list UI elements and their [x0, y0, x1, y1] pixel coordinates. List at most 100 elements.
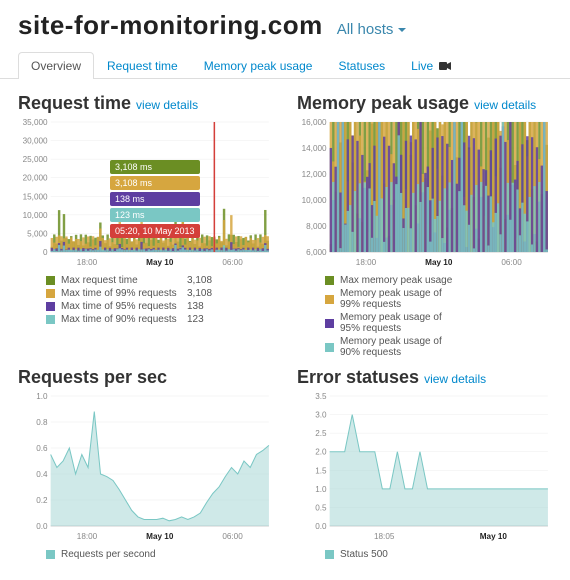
svg-text:0.6: 0.6 [36, 444, 48, 453]
legend-item: Memory peak usage of 90% requests [297, 335, 552, 359]
legend-memory-peak: Max memory peak usage Memory peak usage … [297, 274, 552, 359]
svg-text:1.5: 1.5 [315, 466, 327, 475]
hover-time: 05:20, 10 May 2013 [110, 224, 200, 238]
legend-label: Max request time [61, 275, 181, 286]
svg-text:May 10: May 10 [146, 258, 174, 267]
svg-text:3.0: 3.0 [315, 411, 327, 420]
legend-swatch [325, 295, 334, 304]
chart-errors[interactable]: 0.00.51.01.52.02.53.03.518:05May 10 [297, 392, 552, 542]
svg-text:May 10: May 10 [425, 258, 453, 267]
legend-swatch [46, 550, 55, 559]
panel-errors: Error statuses view details 0.00.51.01.5… [297, 367, 552, 561]
legend-swatch [46, 302, 55, 311]
tab-overview[interactable]: Overview [18, 52, 94, 79]
svg-text:0.4: 0.4 [36, 470, 48, 479]
svg-text:2.0: 2.0 [315, 448, 327, 457]
svg-text:20,000: 20,000 [23, 174, 48, 183]
svg-text:35,000: 35,000 [23, 118, 48, 127]
chart-rps[interactable]: 0.00.20.40.60.81.018:00May 1006:00 [18, 392, 273, 542]
legend-swatch [46, 289, 55, 298]
svg-text:18:00: 18:00 [77, 532, 98, 541]
tabs: Overview Request time Memory peak usage … [0, 51, 570, 79]
legend-value: 3,108 [187, 288, 212, 299]
hover-max: 3,108 ms [110, 160, 200, 174]
svg-text:0: 0 [43, 248, 48, 257]
hover-p95: 138 ms [110, 192, 200, 206]
panel-title-rps: Requests per sec [18, 367, 167, 387]
legend-swatch [325, 276, 334, 285]
panel-title-request-time: Request time [18, 93, 131, 113]
svg-text:May 10: May 10 [480, 532, 508, 541]
hover-p99: 3,108 ms [110, 176, 200, 190]
tab-live[interactable]: Live [398, 52, 463, 79]
legend-item: Memory peak usage of 99% requests [297, 287, 552, 311]
legend-item: Status 500 [297, 548, 552, 561]
tab-statuses[interactable]: Statuses [325, 52, 398, 79]
panel-title-errors: Error statuses [297, 367, 419, 387]
legend-label: Requests per second [61, 549, 181, 560]
legend-value: 138 [187, 301, 204, 312]
svg-text:18:00: 18:00 [356, 258, 377, 267]
hover-p90: 123 ms [110, 208, 200, 222]
chart-request-time[interactable]: 05,00010,00015,00020,00025,00030,00035,0… [18, 118, 273, 268]
legend-item: Max request time 3,108 [18, 274, 273, 287]
svg-text:15,000: 15,000 [23, 192, 48, 201]
page-title: site-for-monitoring.com [18, 10, 323, 41]
svg-text:8,000: 8,000 [306, 222, 327, 231]
svg-text:06:00: 06:00 [222, 532, 243, 541]
svg-text:06:00: 06:00 [501, 258, 522, 267]
hover-tooltip: 3,108 ms 3,108 ms 138 ms 123 ms 05:20, 1… [110, 160, 200, 238]
legend-label: Status 500 [340, 549, 460, 560]
panel-request-time: Request time view details 0 5,000 10,000 15… [18, 93, 273, 359]
legend-label: Memory peak usage of 95% requests [340, 312, 460, 334]
legend-label: Max time of 99% requests [61, 288, 181, 299]
legend-item: Max time of 99% requests 3,108 [18, 287, 273, 300]
legend-item: Memory peak usage of 95% requests [297, 311, 552, 335]
chevron-down-icon [398, 28, 406, 32]
panel-memory-peak: Memory peak usage view details 6,0008,00… [297, 93, 552, 359]
legend-swatch [46, 276, 55, 285]
svg-text:06:00: 06:00 [222, 258, 243, 267]
legend-rps: Requests per second [18, 548, 273, 561]
svg-text:0.8: 0.8 [36, 418, 48, 427]
legend-swatch [325, 319, 334, 328]
legend-swatch [325, 550, 334, 559]
svg-text:10,000: 10,000 [23, 211, 48, 220]
legend-swatch [46, 315, 55, 324]
legend-request-time: Max request time 3,108 Max time of 99% r… [18, 274, 273, 326]
svg-text:18:00: 18:00 [77, 258, 98, 267]
legend-label: Max time of 90% requests [61, 314, 181, 325]
svg-text:2.5: 2.5 [315, 429, 327, 438]
svg-text:May 10: May 10 [146, 532, 174, 541]
chart-memory-peak[interactable]: 6,0008,00010,00012,00014,00016,00018:00M… [297, 118, 552, 268]
hosts-dropdown[interactable]: All hosts [337, 21, 407, 38]
svg-text:16,000: 16,000 [302, 118, 327, 127]
legend-label: Memory peak usage of 90% requests [340, 336, 460, 358]
svg-text:1.0: 1.0 [315, 485, 327, 494]
svg-text:12,000: 12,000 [302, 170, 327, 179]
svg-text:3.5: 3.5 [315, 392, 327, 401]
legend-item: Max time of 90% requests 123 [18, 313, 273, 326]
camera-icon [439, 62, 451, 70]
svg-text:0.2: 0.2 [36, 496, 48, 505]
panel-rps: Requests per sec 0.00.20.40.60.81.018:00… [18, 367, 273, 561]
tab-live-label: Live [411, 59, 433, 73]
legend-value: 3,108 [187, 275, 212, 286]
svg-text:10,000: 10,000 [302, 196, 327, 205]
hosts-label: All hosts [337, 21, 394, 38]
view-details-request-time[interactable]: view details [136, 98, 198, 112]
tab-memory-peak[interactable]: Memory peak usage [191, 52, 326, 79]
svg-text:25,000: 25,000 [23, 155, 48, 164]
legend-item: Max memory peak usage [297, 274, 552, 287]
legend-swatch [325, 343, 334, 352]
view-details-memory-peak[interactable]: view details [474, 98, 536, 112]
legend-errors: Status 500 [297, 548, 552, 561]
tab-request-time[interactable]: Request time [94, 52, 191, 79]
legend-item: Requests per second [18, 548, 273, 561]
legend-label: Memory peak usage of 99% requests [340, 288, 460, 310]
svg-text:0.5: 0.5 [315, 503, 327, 512]
svg-text:0.0: 0.0 [36, 522, 48, 531]
view-details-errors[interactable]: view details [424, 372, 486, 386]
svg-text:5,000: 5,000 [27, 229, 48, 238]
panel-title-memory-peak: Memory peak usage [297, 93, 469, 113]
